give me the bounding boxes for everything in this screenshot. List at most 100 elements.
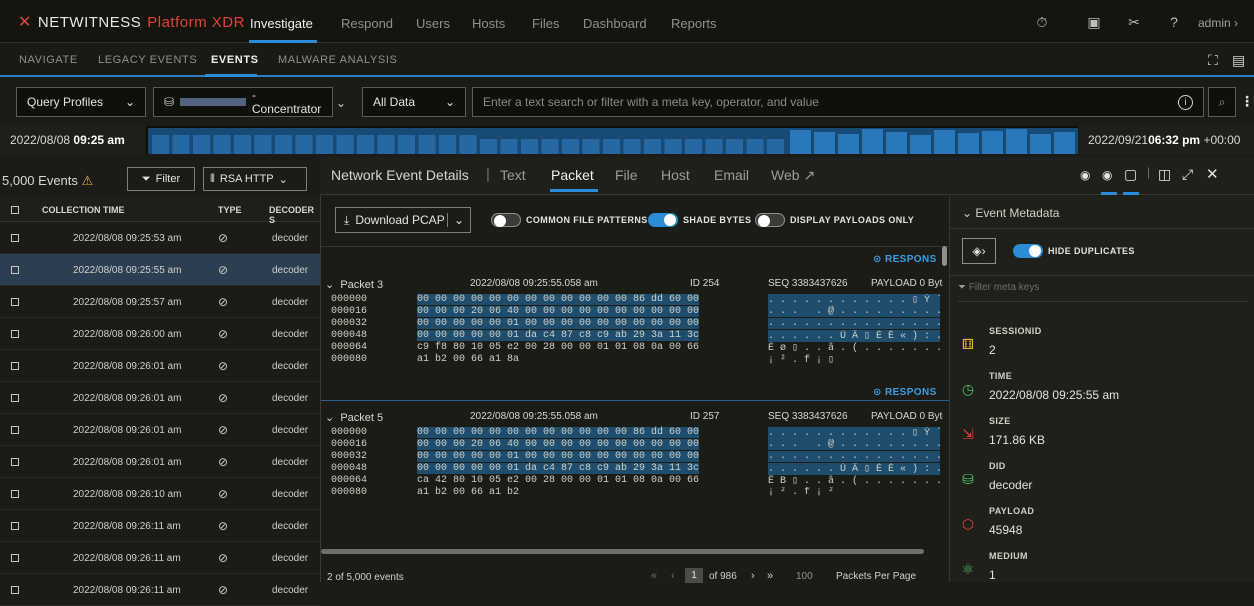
tab-file[interactable]: File bbox=[615, 167, 638, 183]
row-checkbox[interactable] bbox=[11, 362, 19, 370]
more-options-icon[interactable]: ⋮ bbox=[1240, 93, 1254, 110]
ascii-bytes[interactable]: . . . . . . . . . . . . . . . . bbox=[768, 451, 940, 462]
chevron-down-icon[interactable]: ⌄ bbox=[336, 96, 346, 110]
nav-reports[interactable]: Reports bbox=[671, 16, 717, 31]
table-row[interactable]: 2022/08/08 09:26:00 am ⊘ decoder bbox=[0, 318, 320, 350]
next-page-icon[interactable]: › bbox=[751, 570, 755, 582]
first-page-icon[interactable]: « bbox=[651, 570, 657, 582]
column-type[interactable]: TYPE bbox=[218, 205, 242, 215]
chart-toggle-icon[interactable]: ⛶ bbox=[1208, 52, 1218, 69]
hex-bytes[interactable]: a1 b2 00 66 a1 8a bbox=[417, 354, 519, 365]
hide-duplicates-toggle[interactable] bbox=[1013, 244, 1043, 258]
target-icon[interactable]: ◉ bbox=[1080, 168, 1090, 182]
hex-bytes[interactable]: 00 00 00 00 00 01 da c4 87 c8 c9 ab 29 3… bbox=[417, 463, 700, 474]
vertical-scrollbar[interactable] bbox=[942, 246, 947, 266]
notes-icon[interactable]: ▣ bbox=[1086, 14, 1102, 30]
select-all-checkbox[interactable] bbox=[11, 206, 19, 214]
ascii-bytes[interactable]: . . . . . . . . . . . . . . . . bbox=[768, 318, 940, 329]
table-row[interactable]: 2022/08/08 09:25:53 am ⊘ decoder bbox=[0, 222, 320, 254]
ascii-bytes[interactable]: ¡ ² . f ¡ ² bbox=[768, 487, 940, 498]
row-checkbox[interactable] bbox=[11, 586, 19, 594]
hex-bytes[interactable]: a1 b2 00 66 a1 b2 bbox=[417, 487, 519, 498]
tools-icon[interactable]: ✂ bbox=[1126, 14, 1142, 30]
notes-panel-icon[interactable]: ▤ bbox=[1232, 52, 1245, 69]
target-active-icon[interactable]: ◉ bbox=[1102, 168, 1112, 182]
hex-bytes[interactable]: 00 00 00 00 00 01 da c4 87 c8 c9 ab 29 3… bbox=[417, 330, 700, 341]
query-profiles-dropdown[interactable]: Query Profiles ⌄ bbox=[16, 87, 146, 117]
table-row[interactable]: 2022/08/08 09:26:01 am ⊘ decoder bbox=[0, 382, 320, 414]
hex-bytes[interactable]: 00 00 00 00 00 00 00 00 00 00 00 00 86 d… bbox=[417, 294, 700, 305]
filter-button[interactable]: ⏷ Filter bbox=[127, 167, 195, 191]
horizontal-scrollbar[interactable] bbox=[321, 549, 924, 554]
table-row[interactable]: 2022/08/08 09:26:11 am ⊘ decoder bbox=[0, 542, 320, 574]
prev-page-icon[interactable]: ‹ bbox=[671, 570, 675, 582]
hex-bytes[interactable]: ca 42 80 10 05 e2 00 28 00 00 01 01 08 0… bbox=[417, 475, 699, 486]
warning-icon[interactable]: ⚠ bbox=[82, 173, 94, 188]
packet-header[interactable]: ⌄ Packet 5 bbox=[325, 411, 383, 424]
logo[interactable]: ✕ NETWITNESS Platform XDR bbox=[18, 12, 245, 32]
tab-packet[interactable]: Packet bbox=[551, 167, 594, 183]
nav-files[interactable]: Files bbox=[532, 16, 559, 31]
hex-bytes[interactable]: 00 00 00 20 06 40 00 00 00 00 00 00 00 0… bbox=[417, 306, 700, 317]
ascii-bytes[interactable]: . . . . . . . . . . . . ▯ Ý ` bbox=[768, 294, 940, 306]
tab-email[interactable]: Email bbox=[714, 167, 749, 183]
row-checkbox[interactable] bbox=[11, 330, 19, 338]
help-icon[interactable]: ? bbox=[1166, 14, 1182, 30]
table-row[interactable]: 2022/08/08 09:25:55 am ⊘ decoder bbox=[0, 254, 320, 286]
close-icon[interactable]: ✕ bbox=[1206, 165, 1219, 183]
ascii-bytes[interactable]: . . . . . . . . . . . . ▯ Ý ` bbox=[768, 427, 940, 439]
page-number-input[interactable]: 1 bbox=[685, 568, 703, 583]
tab-text[interactable]: Text bbox=[500, 167, 526, 183]
subnav-events[interactable]: EVENTS bbox=[211, 54, 259, 66]
expand-icon[interactable]: ⤢ bbox=[1182, 166, 1193, 183]
nav-hosts[interactable]: Hosts bbox=[472, 16, 505, 31]
ascii-bytes[interactable]: Ê B ▯ . . â . ( . . . . . . . . bbox=[768, 475, 940, 487]
nav-investigate[interactable]: Investigate bbox=[250, 16, 313, 31]
table-row[interactable]: 2022/08/08 09:25:57 am ⊘ decoder bbox=[0, 286, 320, 318]
table-row[interactable]: 2022/08/08 09:26:11 am ⊘ decoder bbox=[0, 510, 320, 542]
timeline-start[interactable]: 2022/08/08 09:25 am bbox=[0, 126, 146, 154]
tab-web[interactable]: Web ↗ bbox=[771, 167, 815, 184]
table-row[interactable]: 2022/08/08 09:26:01 am ⊘ decoder bbox=[0, 350, 320, 382]
shade-bytes-toggle[interactable] bbox=[648, 213, 678, 227]
packet-header[interactable]: ⌄ Packet 3 bbox=[325, 278, 383, 291]
download-pcap-button[interactable]: ⤓ Download PCAP ⌄ bbox=[335, 207, 471, 233]
row-checkbox[interactable] bbox=[11, 234, 19, 242]
row-checkbox[interactable] bbox=[11, 490, 19, 498]
info-icon[interactable]: i bbox=[1178, 94, 1193, 110]
stopwatch-icon[interactable]: ⏱ bbox=[1034, 14, 1050, 30]
chevron-down-icon[interactable]: ⌄ bbox=[446, 213, 470, 227]
query-input[interactable]: Enter a text search or filter with a met… bbox=[472, 87, 1204, 117]
layers-button[interactable]: ◈› bbox=[962, 238, 996, 264]
last-page-icon[interactable]: » bbox=[767, 570, 773, 582]
nav-dashboard[interactable]: Dashboard bbox=[583, 16, 647, 31]
hex-bytes[interactable]: 00 00 00 00 00 01 00 00 00 00 00 00 00 0… bbox=[417, 318, 700, 329]
time-range-dropdown[interactable]: All Data ⌄ bbox=[362, 87, 466, 117]
ascii-bytes[interactable]: É ø ▯ . . â . ( . . . . . . . . bbox=[768, 342, 940, 354]
row-checkbox[interactable] bbox=[11, 394, 19, 402]
timeline-end[interactable]: 2022/09/2106:32 pm +00:00 bbox=[1078, 126, 1254, 154]
display-payloads-only-toggle[interactable] bbox=[755, 213, 785, 227]
table-row[interactable]: 2022/08/08 09:26:11 am ⊘ decoder bbox=[0, 574, 320, 606]
column-group-dropdown[interactable]: ⦀ RSA HTTP ⌄ bbox=[203, 167, 307, 191]
metadata-header[interactable]: ⌄ Event Metadata bbox=[962, 206, 1059, 220]
row-checkbox[interactable] bbox=[11, 298, 19, 306]
tab-host[interactable]: Host bbox=[661, 167, 690, 183]
meta-filter-input[interactable]: ⏷ Filter meta keys bbox=[958, 282, 1248, 302]
row-checkbox[interactable] bbox=[11, 266, 19, 274]
per-page-select[interactable]: 100 bbox=[796, 571, 813, 582]
timeline-histogram[interactable] bbox=[0, 126, 1254, 163]
row-checkbox[interactable] bbox=[11, 522, 19, 530]
subnav-malware-analysis[interactable]: MALWARE ANALYSIS bbox=[278, 54, 397, 66]
ascii-bytes[interactable]: ¡ ² . f ¡ ▯ bbox=[768, 354, 940, 366]
row-checkbox[interactable] bbox=[11, 554, 19, 562]
ascii-bytes[interactable]: . . . . @ . . . . . . . . . . bbox=[768, 306, 940, 317]
ascii-bytes[interactable]: . . . . @ . . . . . . . . . . bbox=[768, 439, 940, 450]
search-button[interactable]: ⌕ bbox=[1208, 87, 1236, 117]
ascii-bytes[interactable]: . . . . . . Ú Ä ▯ È É « ) : . bbox=[768, 463, 940, 475]
common-file-patterns-toggle[interactable] bbox=[491, 213, 521, 227]
panel-icon[interactable]: ▢ bbox=[1124, 166, 1137, 183]
nav-respond[interactable]: Respond bbox=[341, 16, 393, 31]
column-collection-time[interactable]: COLLECTION TIME bbox=[42, 205, 125, 215]
nav-users[interactable]: Users bbox=[416, 16, 450, 31]
